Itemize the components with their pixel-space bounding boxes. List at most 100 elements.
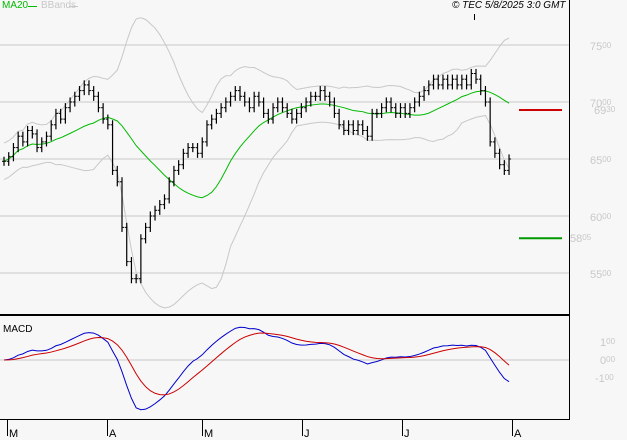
ohlc-bar [256, 91, 261, 107]
ohlc-bar [412, 97, 417, 113]
macd-tick-label: 100 [600, 337, 616, 349]
price-tick-label: 7500 [590, 41, 612, 53]
ohlc-bar [474, 68, 478, 84]
ohlc-bar [49, 120, 54, 141]
ohlc-bar [379, 103, 384, 118]
ohlc-bar [464, 74, 469, 90]
month-label: A [109, 428, 117, 440]
ohlc-bar [360, 120, 365, 136]
ohlc-bar [275, 97, 280, 113]
ohlc-bar [195, 143, 200, 158]
ohlc-bar [219, 103, 224, 118]
ohlc-bar [247, 97, 252, 113]
ohlc-bar [200, 137, 205, 158]
ohlc-bar [294, 108, 299, 124]
ohlc-bar [445, 74, 450, 90]
ohlc-bar [162, 194, 167, 210]
ohlc-bar [393, 103, 398, 118]
ohlc-bar [186, 143, 191, 158]
ohlc-bar [459, 74, 464, 90]
ohlc-bar [176, 160, 181, 175]
ohlc-bar [280, 97, 285, 113]
month-label: J [304, 428, 310, 440]
ohlc-bar [398, 103, 403, 118]
ohlc-bar [25, 125, 30, 147]
ohlc-bar [2, 156, 6, 166]
ohlc-bar [44, 131, 49, 147]
ohlc-bar [148, 211, 153, 232]
macd-tick-label: -100 [595, 373, 614, 385]
ohlc-bar [483, 86, 488, 107]
ohlc-bar [332, 97, 337, 118]
ohlc-bar [271, 103, 276, 124]
ohlc-bar [507, 154, 512, 175]
ohlc-bar [365, 125, 370, 141]
level-marker-label: 5805 [570, 233, 592, 245]
ohlc-bar [53, 108, 58, 130]
ma20-line [3, 90, 510, 199]
ohlc-bar [266, 108, 271, 124]
ohlc-bar [436, 74, 441, 90]
price-tick-label: 5500 [590, 269, 612, 281]
ohlc-bar [242, 91, 247, 107]
ohlc-bar [308, 91, 313, 107]
ohlc-bar [63, 103, 68, 124]
ohlc-bar [129, 257, 134, 284]
ohlc-bar [68, 97, 73, 113]
ohlc-bar [389, 97, 394, 113]
ohlc-bar [223, 97, 228, 113]
ohlc-bar [72, 91, 77, 107]
ohlc-bar [101, 103, 106, 124]
ohlc-bar [105, 114, 110, 130]
ohlc-bar [16, 131, 21, 153]
ohlc-bar [440, 74, 445, 90]
ohlc-bar [30, 125, 35, 139]
price-tick-label: 6000 [590, 212, 612, 224]
month-label: M [204, 428, 213, 440]
ohlc-bar [77, 86, 82, 101]
ohlc-bar [261, 97, 266, 118]
stock-chart: MA20 BBands © TEC 5/8/2025 3:0 GMT 7500 7… [0, 0, 627, 440]
ohlc-bar [35, 129, 40, 153]
ohlc-bar [478, 74, 483, 96]
ohlc-bar [322, 86, 327, 101]
ohlc-bar [86, 80, 91, 96]
ohlc-bar [58, 108, 63, 124]
ohlc-bar [450, 74, 455, 90]
chart-canvas: 75007000650060005500100000-100MACDM A M J J A… [0, 0, 616, 440]
ohlc-bar [143, 222, 148, 244]
ohlc-bar [374, 108, 379, 118]
macd-tick-label: 000 [600, 355, 616, 367]
ohlc-bar [214, 108, 219, 124]
ohlc-bar [110, 120, 115, 175]
bollinger-lower-band [3, 114, 510, 309]
ohlc-bar [346, 120, 351, 136]
price-tick-label: 6500 [590, 155, 612, 167]
ohlc-bar [384, 97, 389, 113]
ohlc-bar [289, 108, 294, 124]
ohlc-bar [233, 86, 238, 101]
ohlc-bar [20, 131, 25, 147]
ohlc-bar [426, 80, 431, 96]
level-marker-label: 6930 [594, 105, 616, 117]
ohlc-bar [91, 86, 96, 101]
ohlc-bar [204, 120, 209, 147]
ohlc-bar [356, 120, 360, 136]
ohlc-bar [407, 103, 412, 118]
ohlc-bar [318, 86, 323, 101]
macd-signal-line [3, 332, 510, 396]
ohlc-bar [304, 97, 309, 113]
ohlc-bar [403, 103, 408, 118]
ohlc-bar [171, 165, 176, 187]
ohlc-bar [138, 234, 143, 284]
macd-line [3, 326, 510, 411]
ohlc-bar [455, 74, 460, 90]
month-label: J [404, 428, 410, 440]
ohlc-bar [299, 103, 304, 118]
ohlc-bar [469, 68, 474, 90]
ohlc-bar [238, 86, 242, 101]
month-label: M [9, 428, 18, 440]
ohlc-bar [190, 143, 195, 153]
macd-label: MACD [3, 324, 32, 335]
ohlc-bar [313, 91, 318, 101]
